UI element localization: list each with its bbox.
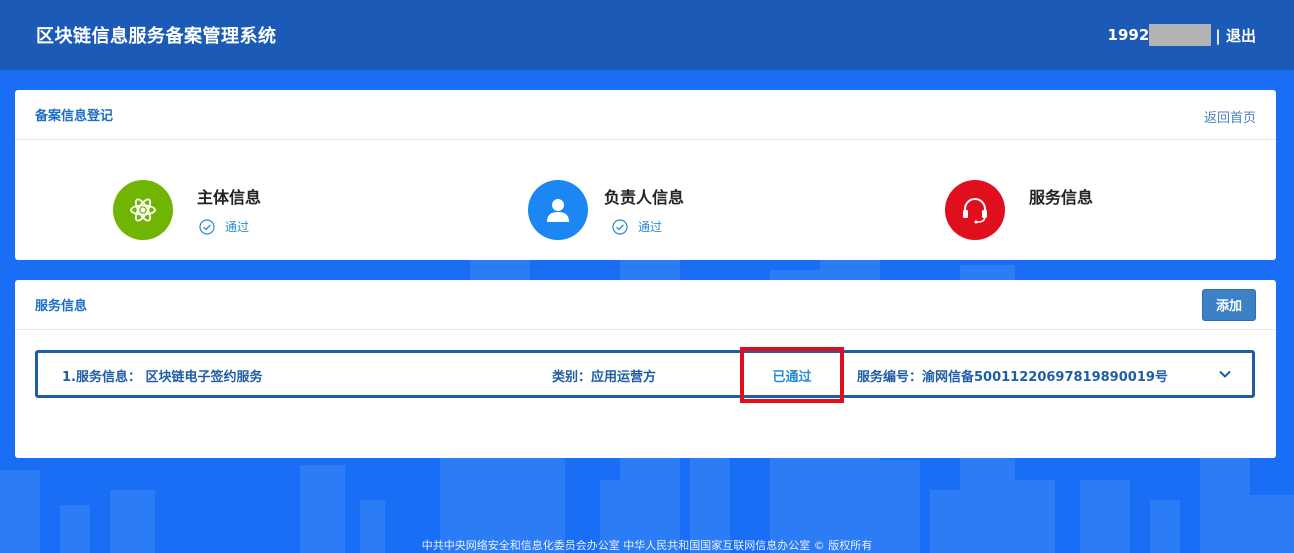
service-name: 1.服务信息： 区块链电子签约服务 (62, 370, 263, 385)
app-title: 区块链信息服务备案管理系统 (36, 26, 277, 47)
status-highlight-box: 已通过 (740, 347, 844, 403)
step-status: 通过 (612, 218, 684, 235)
step-status: 通过 (199, 218, 261, 235)
registration-panel-title: 备案信息登记 (35, 109, 114, 124)
registration-panel-header: 备案信息登记 返回首页 (15, 90, 1276, 140)
user-area: 1992 | 退出 (1108, 24, 1256, 46)
check-circle-icon (199, 218, 215, 235)
service-category: 类别：应用运营方 (552, 370, 657, 385)
status-badge: 已通过 (772, 369, 812, 385)
top-navigation-bar: 区块链信息服务备案管理系统 1992 | 退出 (0, 0, 1294, 70)
person-icon (528, 180, 588, 240)
step-subject-info[interactable]: 主体信息 通过 (113, 180, 261, 240)
check-circle-icon (612, 218, 628, 235)
step-label: 负责人信息 (604, 188, 685, 207)
step-responsible-person-info[interactable]: 负责人信息 通过 (528, 180, 684, 240)
service-panel-title: 服务信息 (35, 299, 88, 314)
add-button[interactable]: 添加 (1202, 288, 1256, 321)
footer-copyright: 中共中央网络安全和信息化委员会办公室 中华人民共和国国家互联网信息办公室 © 版… (421, 539, 873, 552)
logout-link[interactable]: | 退出 (1215, 25, 1256, 46)
step-service-info[interactable]: 服务信息 (945, 180, 1093, 240)
registration-panel: 备案信息登记 返回首页 主体信息 通过 负责人信息 通过 服务信息 (15, 90, 1276, 260)
service-panel-header: 服务信息 添加 (15, 280, 1276, 330)
step-label: 主体信息 (197, 188, 262, 207)
headset-icon (945, 180, 1005, 240)
service-number: 服务编号：渝网信备50011220697819890019号 (857, 370, 1168, 385)
step-status-text: 通过 (638, 220, 663, 234)
chevron-down-icon[interactable] (1218, 367, 1232, 381)
step-label: 服务信息 (1029, 188, 1094, 207)
atom-icon (113, 180, 173, 240)
service-list-item[interactable]: 1.服务信息： 区块链电子签约服务 类别：应用运营方 已通过 服务编号：渝网信备… (35, 347, 1255, 403)
service-panel: 服务信息 添加 1.服务信息： 区块链电子签约服务 类别：应用运营方 已通过 服… (15, 280, 1276, 458)
step-status-text: 通过 (225, 220, 250, 234)
registration-steps: 主体信息 通过 负责人信息 通过 服务信息 (15, 140, 1276, 260)
username: 1992 (1107, 26, 1150, 44)
return-home-link[interactable]: 返回首页 (1204, 107, 1256, 126)
username-redaction (1149, 24, 1212, 46)
